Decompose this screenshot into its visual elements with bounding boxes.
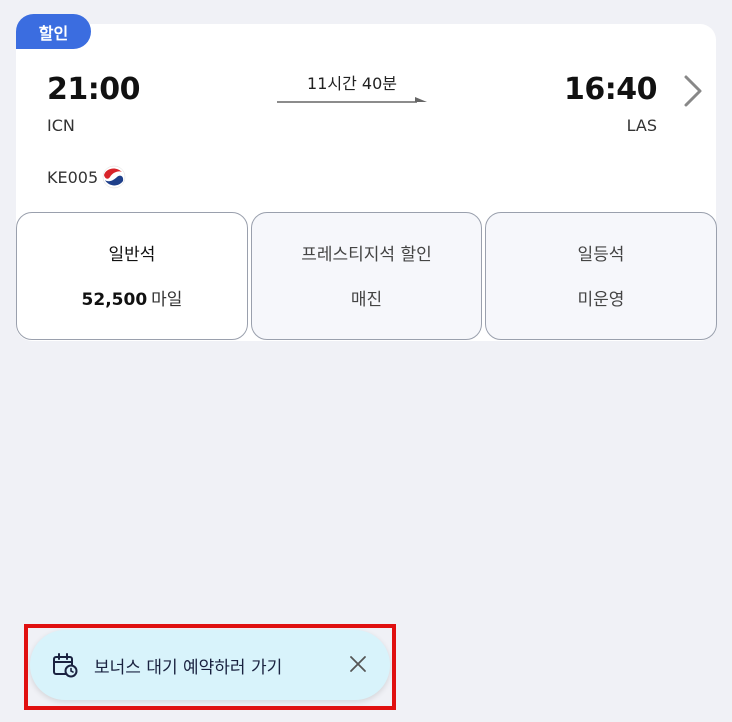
discount-badge-label: 할인 — [38, 23, 69, 43]
flight-number: KE005 — [47, 167, 99, 187]
fare-name: 프레스티지석 할인 — [301, 245, 432, 265]
arrival-time: 16:40 — [564, 72, 658, 107]
arrival-airport-code: LAS — [626, 116, 657, 135]
close-icon[interactable] — [348, 654, 368, 674]
bonus-waitlist-link[interactable]: 보너스 대기 예약하러 가기 — [94, 653, 282, 678]
flight-number-row: KE005 — [47, 165, 126, 189]
fare-option-economy[interactable]: 일반석 52,500 마일 — [16, 212, 248, 340]
fare-name: 일반석 — [108, 245, 156, 265]
fare-name: 일등석 — [577, 245, 625, 265]
fare-status: 미운영 — [577, 290, 625, 310]
departure-time: 21:00 — [47, 72, 141, 107]
fare-status: 매진 — [350, 290, 383, 310]
chevron-right-icon[interactable] — [682, 74, 704, 108]
flight-duration: 11시간 40분 — [307, 74, 397, 93]
departure-airport-code: ICN — [47, 116, 75, 135]
flight-arrow-icon — [277, 97, 427, 103]
fare-miles-unit: 마일 — [151, 290, 183, 310]
discount-badge: 할인 — [16, 14, 91, 49]
fare-option-first-class[interactable]: 일등석 미운영 — [485, 212, 717, 340]
korean-air-logo-icon — [102, 165, 126, 189]
fare-price: 52,500 마일 — [82, 285, 183, 310]
bonus-waitlist-toast[interactable]: 보너스 대기 예약하러 가기 — [30, 630, 390, 700]
fare-miles-amount: 52,500 — [81, 290, 148, 310]
calendar-clock-icon — [53, 653, 78, 678]
fare-option-prestige-discount[interactable]: 프레스티지석 할인 매진 — [251, 212, 482, 340]
